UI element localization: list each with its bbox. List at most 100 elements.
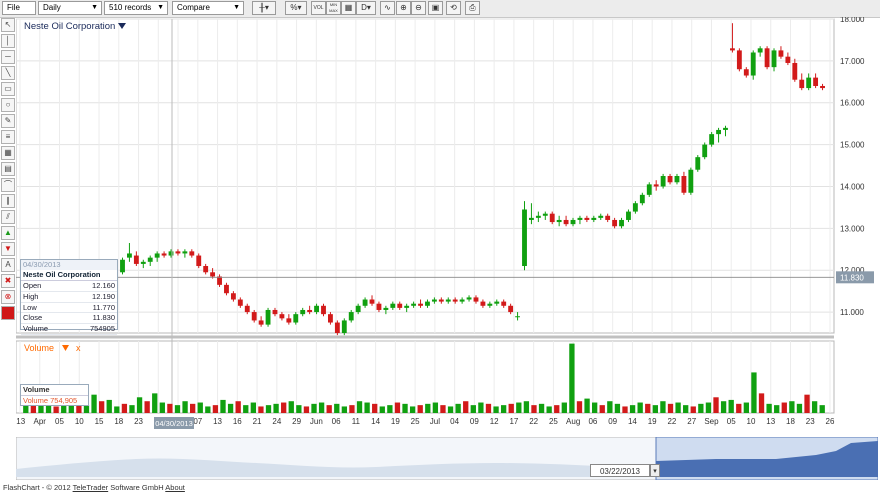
- chevron-down-icon[interactable]: ▾: [650, 464, 660, 477]
- candle-body: [210, 272, 216, 277]
- info-row-value: 12.190: [92, 291, 115, 301]
- candle-body: [799, 79, 805, 89]
- time-axis-tick: 23: [806, 417, 815, 426]
- volume-info-box: Volume Volume 754,905: [20, 384, 89, 406]
- time-axis-tick: 13: [213, 417, 222, 426]
- candle-body: [688, 169, 694, 193]
- info-row-value: 754905: [89, 324, 115, 334]
- time-axis-tick: Sep: [704, 417, 719, 426]
- candle-body: [501, 301, 507, 306]
- fibonacci-tool-icon[interactable]: ≡: [1, 130, 15, 144]
- price-chart[interactable]: 18.00017.00016.00015.00014.00013.00012.0…: [16, 17, 878, 433]
- volume-bar: [811, 401, 818, 413]
- volume-bar: [303, 406, 310, 413]
- cursor-tool-icon[interactable]: ↖: [1, 18, 15, 32]
- circle-tool-icon[interactable]: ○: [1, 98, 15, 112]
- volume-bar: [425, 403, 431, 413]
- volume-bar: [114, 406, 120, 413]
- candle-body: [549, 213, 555, 223]
- volume-bar: [152, 393, 158, 413]
- save-icon[interactable]: ▣: [428, 1, 443, 15]
- candle-body: [425, 301, 430, 306]
- delete-all-tool-icon[interactable]: ⊗: [1, 290, 15, 304]
- candle-body: [452, 299, 458, 302]
- fan-tool-icon[interactable]: ▦: [1, 146, 15, 160]
- print-icon[interactable]: ⎙: [465, 1, 480, 15]
- zoom-out-icon[interactable]: ⊖: [411, 1, 426, 15]
- grid-tool-icon[interactable]: ▤: [1, 162, 15, 176]
- price-axis-tick: 15.000: [840, 141, 865, 150]
- file-menu[interactable]: File: [2, 1, 36, 15]
- volume-bar: [463, 401, 469, 413]
- compare-select[interactable]: Compare ▼: [172, 1, 244, 15]
- zoom-in-icon[interactable]: ⊕: [396, 1, 411, 15]
- time-axis-tick: 21: [253, 417, 262, 426]
- time-axis-tick: Jun: [310, 417, 323, 426]
- period-select[interactable]: Daily ▼: [38, 1, 102, 15]
- candle-body: [743, 69, 749, 76]
- parallel-tool-icon[interactable]: ⫽: [1, 210, 15, 224]
- time-axis-tick: 09: [470, 417, 479, 426]
- volume-bar: [781, 402, 787, 413]
- delete-tool-icon[interactable]: ✖: [1, 274, 15, 288]
- candle-body: [792, 62, 798, 80]
- volume-bar: [720, 401, 727, 413]
- refresh-icon[interactable]: ⟲: [446, 1, 461, 15]
- draw-button[interactable]: D▾: [356, 1, 376, 15]
- time-axis-tick: 24: [272, 417, 281, 426]
- volume-bar: [531, 405, 537, 413]
- toolbar: File Daily ▼ 510 records ▼ Compare ▼ ╫▾ %▾ …: [0, 0, 880, 18]
- trend-icon[interactable]: ∿: [380, 1, 395, 15]
- color-tool-icon[interactable]: ■: [1, 306, 15, 320]
- trendline-tool-icon[interactable]: ╲: [1, 66, 15, 80]
- candle-body: [438, 299, 444, 302]
- volume-bar: [455, 403, 461, 413]
- horizontal-line-tool-icon[interactable]: ─: [1, 50, 15, 64]
- minmax-toggle-button[interactable]: MIN MAX: [326, 1, 341, 15]
- volume-toggle-button[interactable]: VOL: [311, 1, 326, 15]
- time-axis-tick: 18: [786, 417, 795, 426]
- text-tool-icon[interactable]: A: [1, 258, 15, 272]
- about-link[interactable]: About: [165, 483, 185, 492]
- overview-navigator[interactable]: 03/22/2013 ▾: [15, 436, 879, 481]
- grid-icon[interactable]: ▦: [341, 1, 356, 15]
- candle-body: [189, 251, 195, 256]
- candle-body: [445, 299, 451, 302]
- candle-body: [736, 50, 742, 70]
- arrow-down-tool-icon[interactable]: ▼: [1, 242, 15, 256]
- price-axis-tick: 18.000: [840, 17, 865, 24]
- volume-bar: [736, 403, 742, 413]
- volume-bar: [129, 405, 135, 413]
- rectangle-tool-icon[interactable]: ▭: [1, 82, 15, 96]
- candle-body: [321, 305, 326, 315]
- compare-select-value: Compare: [177, 3, 210, 12]
- channel-tool-icon[interactable]: ∥: [1, 194, 15, 208]
- candle-body: [251, 312, 257, 321]
- volume-bar: [629, 405, 636, 413]
- crosshair-date: 04/30/2013: [155, 419, 193, 428]
- price-axis-tick: 14.000: [840, 182, 865, 191]
- last-price-label: 11.830: [840, 273, 864, 282]
- time-axis-tick: 14: [628, 417, 637, 426]
- vertical-line-tool-icon[interactable]: │: [1, 34, 15, 48]
- time-axis-tick: 11: [352, 417, 361, 426]
- pen-tool-icon[interactable]: ✎: [1, 114, 15, 128]
- percent-button[interactable]: %▾: [285, 1, 307, 15]
- candle-body: [695, 157, 701, 170]
- candle-body: [723, 127, 728, 130]
- overview-chart: [15, 436, 879, 481]
- overview-date-field[interactable]: 03/22/2013: [590, 464, 650, 477]
- arrow-up-tool-icon[interactable]: ▲: [1, 226, 15, 240]
- price-axis-tick: 13.000: [840, 224, 865, 233]
- volume-bar: [614, 403, 621, 413]
- arc-tool-icon[interactable]: ⌒: [1, 178, 15, 192]
- candle-body: [307, 309, 313, 313]
- teletrader-link[interactable]: TeleTrader: [73, 483, 109, 492]
- candlestick-icon[interactable]: ╫▾: [252, 1, 276, 15]
- volume-bar: [758, 393, 765, 413]
- time-axis-tick: 07: [193, 417, 202, 426]
- records-select[interactable]: 510 records ▼: [104, 1, 168, 15]
- close-icon[interactable]: x: [76, 343, 81, 353]
- volume-bar: [440, 405, 446, 413]
- volume-bar: [182, 401, 188, 413]
